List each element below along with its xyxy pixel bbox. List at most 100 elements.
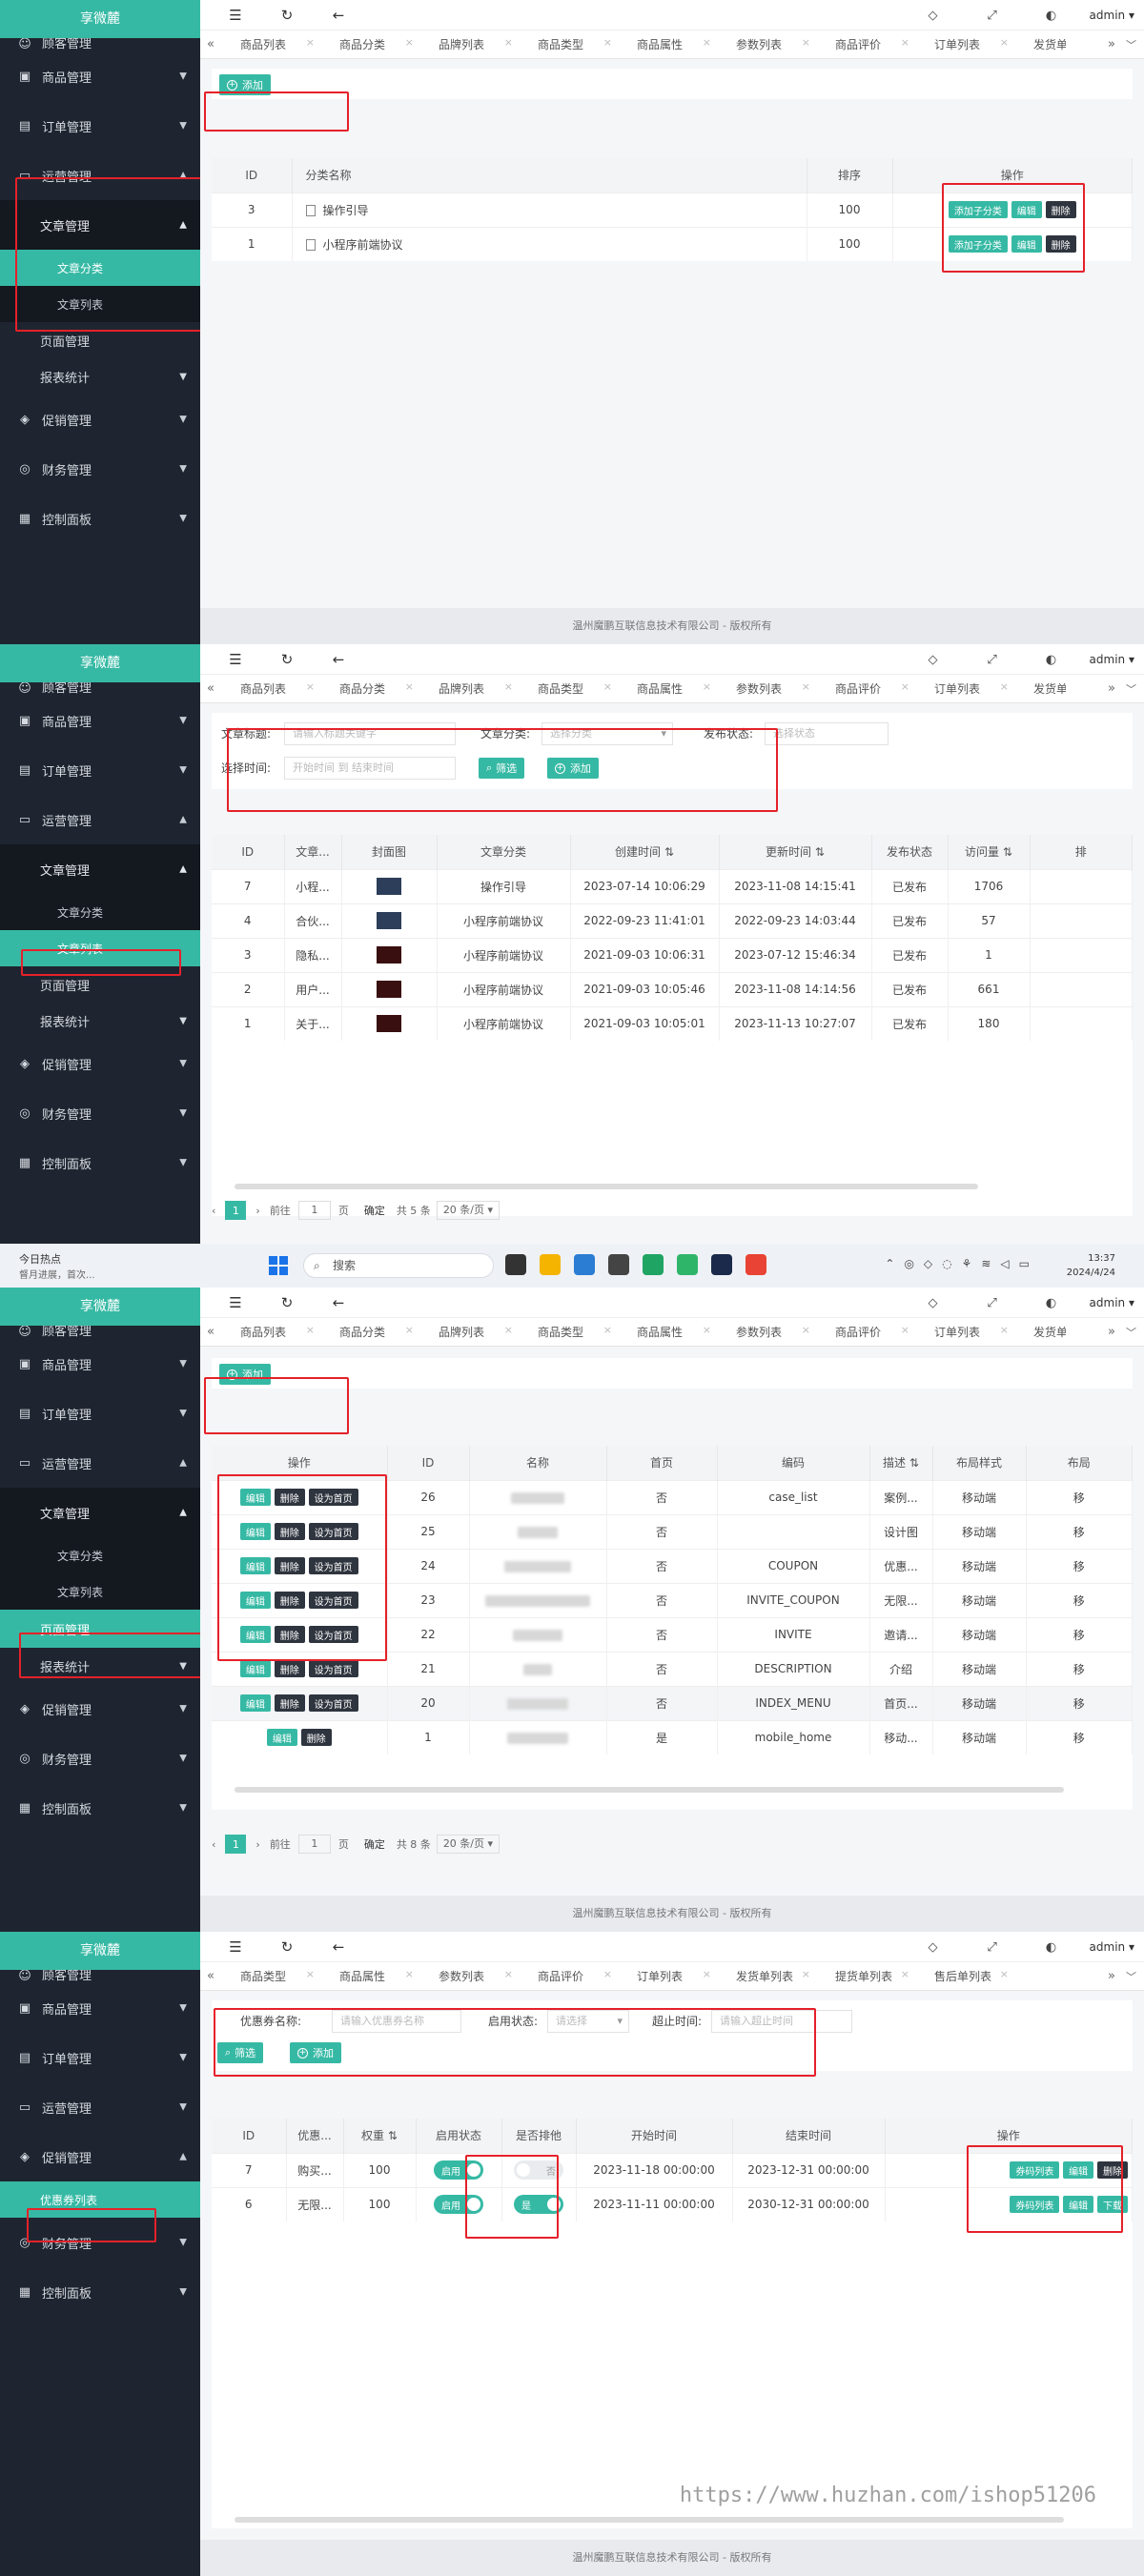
taskbar-search-input[interactable]: ⌕ 搜索 [303, 1253, 494, 1278]
close-icon[interactable]: × [603, 680, 612, 693]
edge-icon[interactable] [643, 1254, 664, 1275]
back-arrow-icon[interactable]: ← [326, 1290, 351, 1315]
tab[interactable]: 参数列表 × [717, 36, 816, 52]
system-tray[interactable]: ⌃◎◇◌⚘≋◁▭ [885, 1257, 1039, 1270]
tab[interactable]: 商品列表 × [221, 1324, 320, 1340]
tab[interactable]: 商品评价 × [816, 680, 915, 697]
cover-thumbnail[interactable] [377, 946, 401, 963]
edit-button[interactable]: 编辑 [239, 1660, 271, 1677]
sidebar-item-operations[interactable]: ▭ 运营管理 ▼ [0, 2082, 200, 2132]
tab[interactable]: 商品列表 × [221, 680, 320, 697]
tabs-next-icon[interactable]: » [1108, 37, 1115, 51]
close-icon[interactable]: × [504, 36, 513, 49]
close-icon[interactable]: × [1000, 1324, 1009, 1336]
back-arrow-icon[interactable]: ← [326, 3, 351, 28]
palette-icon[interactable]: ◐ [1038, 9, 1065, 23]
delete-button[interactable]: 删除 [274, 1694, 305, 1712]
sidebar-item-dashboard[interactable]: ▦ 控制面板 ▼ [0, 2267, 200, 2317]
confirm-button[interactable]: 确定 [364, 1203, 385, 1218]
tab[interactable]: 参数列表 × [717, 1324, 816, 1340]
sidebar-item-orders[interactable]: ▤ 订单管理 ▼ [0, 2033, 200, 2082]
sidebar-item-finance[interactable]: ◎ 财务管理 ▼ [0, 1088, 200, 1138]
sidebar-item-operations[interactable]: ▭ 运营管理 ▲ [0, 1438, 200, 1488]
palette-icon[interactable]: ◐ [1038, 1296, 1065, 1310]
tab[interactable]: 商品属性 × [618, 36, 717, 52]
sidebar-item-customer[interactable]: ☺ 顾客管理 [0, 682, 200, 696]
news-widget[interactable]: 今日热点 督月进展，首次... [19, 1251, 95, 1281]
tab[interactable]: 发货单列表 × [717, 1968, 816, 1984]
tab[interactable]: 参数列表 × [419, 1968, 519, 1984]
sidebar-item-finance[interactable]: ◎ 财务管理 ▼ [0, 1734, 200, 1783]
chevron-down-icon[interactable]: ﹀ [1126, 1325, 1136, 1340]
back-arrow-icon[interactable]: ← [326, 647, 351, 672]
user-menu[interactable]: admin ▾ [1090, 653, 1134, 666]
chevron-down-icon[interactable]: ﹀ [1126, 1969, 1136, 1984]
sidebar-item-reports[interactable]: 报表统计 ▼ [0, 1003, 200, 1039]
tab[interactable]: 商品属性 × [618, 680, 717, 697]
horizontal-scrollbar[interactable] [235, 2517, 1064, 2523]
app-icon[interactable] [505, 1254, 526, 1275]
sidebar-item-goods[interactable]: ▣ 商品管理 ▼ [0, 1983, 200, 2033]
close-icon[interactable]: × [802, 1968, 810, 1980]
sidebar-item-customer[interactable]: ☺ 顾客管理 [0, 1326, 200, 1339]
chrome-icon[interactable] [746, 1254, 766, 1275]
tab[interactable]: 品牌列表 × [419, 1324, 519, 1340]
status-select[interactable]: 选择状态 [765, 722, 889, 745]
sidebar-item-articles[interactable]: 文章管理 ▲ [0, 844, 200, 894]
tabs-prev-icon[interactable]: « [200, 1325, 221, 1339]
next-page-icon[interactable]: › [255, 1205, 259, 1217]
sidebar-item-finance[interactable]: ◎ 财务管理 ▼ [0, 444, 200, 494]
photoshop-icon[interactable] [711, 1254, 732, 1275]
tab[interactable]: 商品评价 × [816, 36, 915, 52]
sort-icon[interactable]: ⇅ [664, 845, 674, 859]
chevron-down-icon[interactable]: ﹀ [1126, 681, 1136, 697]
goto-page-input[interactable]: 1 [297, 1835, 331, 1854]
sidebar-item-customer[interactable]: ☺ 顾客管理 [0, 1970, 200, 1983]
tab[interactable]: 商品属性 × [320, 1968, 419, 1984]
goto-page-input[interactable]: 1 [297, 1201, 331, 1220]
sort-icon[interactable]: ⇅ [388, 2129, 398, 2142]
close-icon[interactable]: × [703, 1324, 711, 1336]
tabs-next-icon[interactable]: » [1108, 1325, 1115, 1339]
menu-toggle-icon[interactable]: ☰ [223, 647, 248, 672]
clock[interactable]: 13:37 2024/4/24 [1067, 1251, 1115, 1280]
close-icon[interactable]: × [306, 680, 315, 693]
close-icon[interactable]: × [901, 680, 909, 693]
tab[interactable]: 商品类型 × [519, 1324, 618, 1340]
sidebar-item-article-category[interactable]: 文章分类 [0, 1537, 200, 1573]
tab[interactable]: 发货单 [1014, 680, 1066, 697]
next-page-icon[interactable]: › [255, 1838, 259, 1851]
tab[interactable]: 品牌列表 × [419, 36, 519, 52]
close-icon[interactable]: × [405, 1968, 414, 1980]
fullscreen-icon[interactable]: ⤢ [979, 1940, 1006, 1955]
tag-icon[interactable]: ◇ [920, 1940, 947, 1955]
user-menu[interactable]: admin ▾ [1090, 9, 1134, 22]
folder-icon[interactable] [540, 1254, 561, 1275]
tab[interactable]: 商品类型 × [221, 1968, 320, 1984]
cover-thumbnail[interactable] [377, 1015, 401, 1033]
close-icon[interactable]: × [405, 680, 414, 693]
sidebar-item-orders[interactable]: ▤ 订单管理 ▼ [0, 1389, 200, 1438]
sidebar-item-goods[interactable]: ▣ 商品管理 ▼ [0, 696, 200, 745]
sidebar-item-dashboard[interactable]: ▦ 控制面板 ▼ [0, 1783, 200, 1833]
sidebar-item-article-category[interactable]: 文章分类 [0, 894, 200, 930]
cover-thumbnail[interactable] [377, 981, 401, 998]
close-icon[interactable]: × [1000, 1968, 1009, 1980]
close-icon[interactable]: × [405, 36, 414, 49]
close-icon[interactable]: × [504, 680, 513, 693]
page-size-select[interactable]: 20 条/页 ▾ [436, 1835, 500, 1854]
delete-button[interactable]: 删除 [300, 1729, 332, 1747]
sidebar-item-orders[interactable]: ▤ 订单管理 ▼ [0, 745, 200, 795]
close-icon[interactable]: × [306, 1968, 315, 1980]
close-icon[interactable]: × [405, 1324, 414, 1336]
vscode-icon[interactable] [574, 1254, 595, 1275]
menu-toggle-icon[interactable]: ☰ [223, 3, 248, 28]
back-arrow-icon[interactable]: ← [326, 1935, 351, 1959]
refresh-icon[interactable]: ↻ [275, 1935, 299, 1959]
set-home-button[interactable]: 设为首页 [308, 1660, 358, 1677]
close-icon[interactable]: × [603, 1324, 612, 1336]
tab[interactable]: 商品分类 × [320, 36, 419, 52]
close-icon[interactable]: × [306, 1324, 315, 1336]
cover-thumbnail[interactable] [377, 912, 401, 929]
confirm-button[interactable]: 确定 [364, 1836, 385, 1852]
